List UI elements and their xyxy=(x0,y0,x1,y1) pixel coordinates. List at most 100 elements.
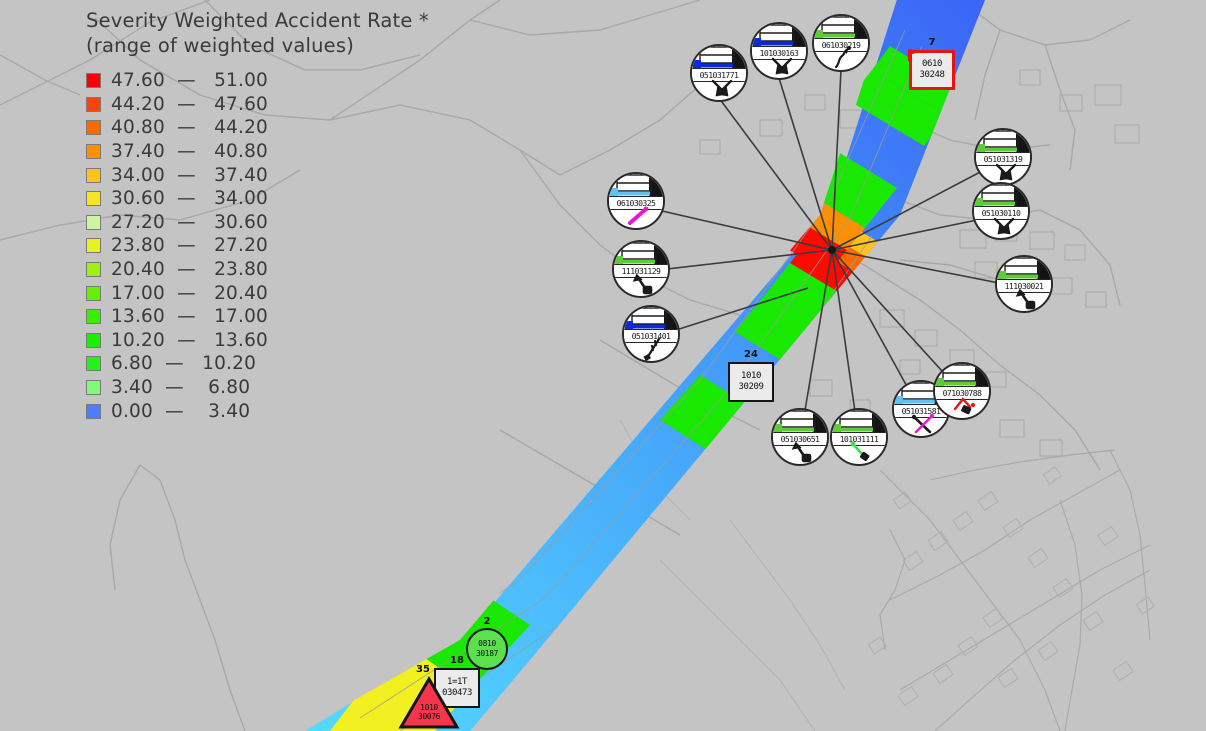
legend-label: 34.00 — 37.40 xyxy=(111,164,269,186)
legend-row: 40.80 — 44.20 xyxy=(86,116,416,140)
site-marker-text: 1010 30076 xyxy=(398,703,460,721)
flag-icon xyxy=(908,49,918,61)
site-marker-circle-2[interactable]: 2 0810 30187 xyxy=(466,616,508,670)
callout-collision-diagram xyxy=(692,75,746,100)
legend-swatch xyxy=(86,120,101,136)
legend-row: 44.20 — 47.60 xyxy=(86,93,416,117)
legend-row: 37.40 — 40.80 xyxy=(86,140,416,164)
site-marker-line2: 30076 xyxy=(417,711,441,721)
legend-row: 6.80 — 10.20 xyxy=(86,352,416,376)
callout-disc: 061030325 xyxy=(607,172,665,230)
legend-label: 27.20 — 30.60 xyxy=(111,211,269,233)
legend-label: 13.60 — 17.00 xyxy=(111,306,269,328)
site-marker-line1: 0810 xyxy=(478,639,496,648)
site-marker-line1: 0610 xyxy=(921,59,943,69)
accident-callout[interactable]: 071030788 xyxy=(933,362,991,420)
site-marker-triangle-35[interactable]: 35 1010 30076 xyxy=(398,664,460,730)
legend-label: 10.20 — 13.60 xyxy=(111,329,269,351)
callout-collision-diagram xyxy=(976,159,1030,184)
site-marker-number: 35 xyxy=(416,664,430,675)
site-marker-number: 24 xyxy=(744,349,758,360)
legend-label: 6.80 — 10.20 xyxy=(111,353,257,375)
hub-point xyxy=(828,246,836,254)
legend-row: 27.20 — 30.60 xyxy=(86,211,416,235)
accident-callout[interactable]: 111030021 xyxy=(995,255,1053,313)
callout-collision-diagram xyxy=(609,203,663,228)
map-viewport[interactable]: Severity Weighted Accident Rate * (range… xyxy=(0,0,1206,731)
accident-callout[interactable]: 101031111 xyxy=(830,408,888,466)
accident-callout[interactable]: 051030110 xyxy=(972,182,1030,240)
callout-collision-diagram xyxy=(624,336,678,361)
legend-swatch xyxy=(86,96,101,112)
legend-label: 17.00 — 20.40 xyxy=(111,282,269,304)
legend-panel: Severity Weighted Accident Rate * (range… xyxy=(86,8,429,423)
legend-label: 0.00 — 3.40 xyxy=(111,400,251,422)
legend-row: 10.20 — 13.60 xyxy=(86,329,416,353)
callout-disc: 051031771 xyxy=(690,44,748,102)
legend-label: 20.40 — 23.80 xyxy=(111,259,269,281)
accident-callout[interactable]: 101030163 xyxy=(750,22,808,80)
legend-swatch xyxy=(86,167,101,183)
site-marker-disc: 0810 30187 xyxy=(466,628,508,670)
site-marker-box: 1010 30209 xyxy=(728,362,774,402)
legend-label: 44.20 — 47.60 xyxy=(111,93,269,115)
callout-collision-diagram xyxy=(974,213,1028,238)
accident-callout[interactable]: 051031319 xyxy=(974,128,1032,186)
callout-collision-diagram xyxy=(997,286,1051,311)
legend-row: 34.00 — 37.40 xyxy=(86,163,416,187)
accident-callout[interactable]: 051030651 xyxy=(771,408,829,466)
callout-disc: 101030163 xyxy=(750,22,808,80)
legend-row: 0.00 — 3.40 xyxy=(86,399,416,423)
callout-collision-diagram xyxy=(832,439,886,464)
legend-row: 17.00 — 20.40 xyxy=(86,281,416,305)
legend-row: 13.60 — 17.00 xyxy=(86,305,416,329)
callout-disc: 051031319 xyxy=(974,128,1032,186)
callout-disc: 111031129 xyxy=(612,240,670,298)
legend-swatch xyxy=(86,73,101,89)
legend-row: 3.40 — 6.80 xyxy=(86,376,416,400)
legend-label: 47.60 — 51.00 xyxy=(111,70,269,92)
legend-row: 20.40 — 23.80 xyxy=(86,258,416,282)
site-marker-line1: 1010 xyxy=(740,371,762,381)
accident-callout[interactable]: 051031401 xyxy=(622,305,680,363)
site-marker-square-24[interactable]: 24 1010 30209 xyxy=(728,349,774,402)
legend-title-line1: Severity Weighted Accident Rate * xyxy=(86,9,429,32)
legend-row: 47.60 — 51.00 xyxy=(86,69,416,93)
accident-callout[interactable]: 111031129 xyxy=(612,240,670,298)
site-marker-square-alert[interactable]: 7 0610 30248 xyxy=(908,37,955,90)
callout-disc: 071030788 xyxy=(933,362,991,420)
callout-collision-diagram xyxy=(814,45,868,70)
callout-collision-diagram xyxy=(614,271,668,296)
legend-swatch xyxy=(86,285,101,301)
legend-swatch xyxy=(86,191,101,207)
legend-swatch xyxy=(86,309,101,325)
legend-swatch xyxy=(86,332,101,348)
legend-label: 3.40 — 6.80 xyxy=(111,377,251,399)
callout-disc: 051031401 xyxy=(622,305,680,363)
legend-swatch xyxy=(86,356,101,372)
callout-collision-diagram xyxy=(935,393,989,418)
site-marker-number: 7 xyxy=(928,37,936,48)
callout-disc: 111030021 xyxy=(995,255,1053,313)
site-marker-line2: 30187 xyxy=(475,649,499,658)
accident-callout[interactable]: 061030325 xyxy=(607,172,665,230)
callout-disc: 061030219 xyxy=(812,14,870,72)
legend-swatch xyxy=(86,262,101,278)
accident-callout[interactable]: 061030219 xyxy=(812,14,870,72)
callout-disc: 101031111 xyxy=(830,408,888,466)
legend-label: 23.80 — 27.20 xyxy=(111,235,269,257)
site-marker-number: 18 xyxy=(450,655,464,666)
callout-collision-diagram xyxy=(752,53,806,78)
accident-callout[interactable]: 051031771 xyxy=(690,44,748,102)
legend-row: 30.60 — 34.00 xyxy=(86,187,416,211)
legend-swatch xyxy=(86,380,101,396)
legend-title-line2: (range of weighted values) xyxy=(86,34,355,57)
legend-label: 30.60 — 34.00 xyxy=(111,188,269,210)
legend-class-list: 47.60 — 51.00 44.20 — 47.60 40.80 — 44.20 3… xyxy=(86,69,416,423)
legend-swatch xyxy=(86,214,101,230)
legend-row: 23.80 — 27.20 xyxy=(86,234,416,258)
site-marker-line2: 30209 xyxy=(738,382,764,392)
callout-disc: 051030651 xyxy=(771,408,829,466)
legend-label: 40.80 — 44.20 xyxy=(111,117,269,139)
site-marker-line2: 30248 xyxy=(919,70,945,80)
